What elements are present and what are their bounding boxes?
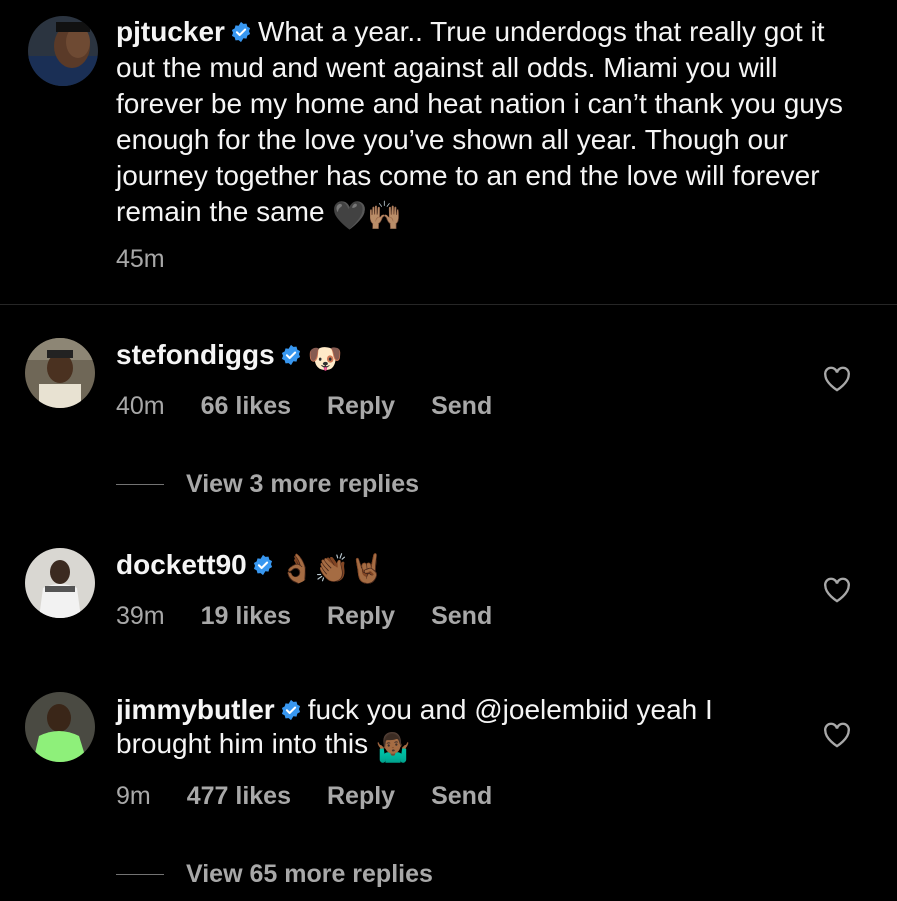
likes-count[interactable]: 19 likes <box>201 602 291 630</box>
comment-meta: 9m 477 likes Reply Send <box>116 782 528 811</box>
comment-body: stefondiggs 🐶 <box>116 338 796 376</box>
post-caption: pjtucker What a year.. True underdogs tha… <box>116 14 856 234</box>
view-replies-button[interactable]: View 65 more replies <box>116 860 433 889</box>
view-replies-label: View 65 more replies <box>186 860 433 888</box>
comment-body: dockett90 👌🏾👏🏾🤘🏾 <box>116 548 796 586</box>
comment-username[interactable]: jimmybutler <box>116 694 275 725</box>
avatar[interactable] <box>25 548 95 618</box>
like-heart-icon[interactable] <box>823 577 851 603</box>
comment-username[interactable]: dockett90 <box>116 549 247 580</box>
dog-face-emoji: 🐶 <box>307 343 343 374</box>
heart-raised-hands-emoji: 🖤🙌🏽 <box>332 200 403 231</box>
comment-meta: 39m 19 likes Reply Send <box>116 602 528 631</box>
avatar[interactable] <box>28 16 98 86</box>
ok-clap-rock-emoji: 👌🏾👏🏾🤘🏾 <box>279 553 385 584</box>
reply-button[interactable]: Reply <box>327 392 395 420</box>
view-replies-label: View 3 more replies <box>186 470 419 498</box>
avatar[interactable] <box>25 338 95 408</box>
caption-username[interactable]: pjtucker <box>116 16 225 47</box>
verified-badge-icon <box>280 699 302 721</box>
like-heart-icon[interactable] <box>823 722 851 748</box>
reply-button[interactable]: Reply <box>327 782 395 810</box>
likes-count[interactable]: 66 likes <box>201 392 291 420</box>
comment-timestamp: 39m <box>116 602 165 630</box>
verified-badge-icon <box>280 344 302 366</box>
comment-timestamp: 40m <box>116 392 165 420</box>
avatar[interactable] <box>25 692 95 762</box>
like-heart-icon[interactable] <box>823 366 851 392</box>
caption-text: What a year.. True underdogs that really… <box>116 16 843 227</box>
caption-meta: 45m <box>116 245 201 274</box>
send-button[interactable]: Send <box>431 602 492 630</box>
comment-timestamp: 9m <box>116 782 151 810</box>
send-button[interactable]: Send <box>431 782 492 810</box>
view-replies-button[interactable]: View 3 more replies <box>116 470 419 499</box>
replies-line <box>116 874 164 875</box>
comment-body: jimmybutler fuck you and @joelembiid yeah… <box>116 693 796 765</box>
person-shrugging-emoji: 🤷🏾‍♂️ <box>375 732 411 763</box>
comment-meta: 40m 66 likes Reply Send <box>116 392 528 421</box>
verified-badge-icon <box>230 21 252 43</box>
comment-username[interactable]: stefondiggs <box>116 339 275 370</box>
likes-count[interactable]: 477 likes <box>187 782 291 810</box>
divider <box>0 304 897 305</box>
send-button[interactable]: Send <box>431 392 492 420</box>
verified-badge-icon <box>252 554 274 576</box>
replies-line <box>116 484 164 485</box>
caption-timestamp: 45m <box>116 245 165 273</box>
reply-button[interactable]: Reply <box>327 602 395 630</box>
